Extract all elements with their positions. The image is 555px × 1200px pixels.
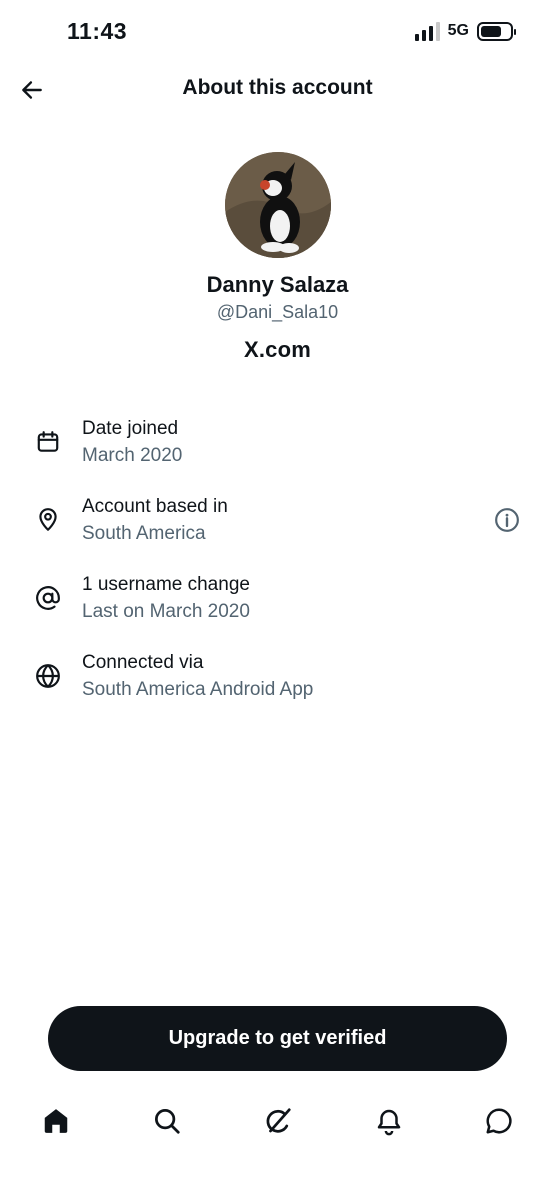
grok-icon	[266, 1108, 291, 1133]
avatar-image	[224, 152, 331, 258]
bell-icon	[377, 1109, 401, 1136]
status-time: 11:43	[67, 18, 128, 44]
bottom-tab-bar	[0, 1094, 555, 1154]
info-circle-icon	[495, 508, 519, 532]
globe-icon	[34, 662, 62, 690]
location-pin-icon	[34, 506, 62, 534]
status-bar: 11:43 5G	[0, 0, 555, 66]
info-title: Date joined	[82, 418, 179, 439]
info-subtitle: South America	[82, 523, 206, 544]
header: About this account	[0, 66, 555, 114]
info-subtitle: March 2020	[82, 445, 183, 466]
info-subtitle: South America Android App	[82, 679, 314, 700]
handle: @Dani_Sala10	[216, 302, 339, 322]
tab-search[interactable]	[150, 1104, 184, 1138]
search-icon	[155, 1109, 180, 1134]
page-title: About this account	[182, 76, 373, 99]
info-row-username-change: 1 username change Last on March 2020	[0, 570, 555, 648]
profile-summary: Danny Salaza @Dani_Sala10 X.com	[0, 152, 555, 363]
info-title: 1 username change	[82, 574, 250, 595]
tab-messages[interactable]	[482, 1104, 516, 1138]
chat-bubble-icon	[486, 1108, 512, 1134]
battery-icon	[477, 21, 516, 41]
calendar-icon	[34, 428, 62, 456]
status-indicators: 5G	[414, 21, 516, 41]
network-type: 5G	[447, 22, 469, 39]
info-title: Account based in	[82, 496, 228, 517]
info-row-account-based-in: Account based in South America	[0, 492, 555, 570]
avatar[interactable]	[224, 152, 331, 258]
account-info-list: Date joined March 2020 Account based in …	[0, 414, 555, 726]
x-com-label: X.com	[243, 337, 312, 362]
info-row-date-joined: Date joined March 2020	[0, 414, 555, 492]
display-name: Danny Salaza	[206, 272, 349, 297]
tab-grok[interactable]	[261, 1104, 295, 1138]
info-subtitle: Last on March 2020	[82, 601, 250, 622]
info-row-connected-via: Connected via South America Android App	[0, 648, 555, 726]
info-title: Connected via	[82, 652, 204, 673]
info-button[interactable]	[493, 506, 521, 534]
cellular-signal-icon	[414, 21, 440, 41]
tab-home[interactable]	[39, 1104, 73, 1138]
upgrade-to-verified-button[interactable]: Upgrade to get verified	[48, 1006, 507, 1071]
home-icon	[44, 1109, 68, 1133]
at-sign-icon	[34, 584, 62, 612]
tab-notifications[interactable]	[372, 1104, 406, 1138]
